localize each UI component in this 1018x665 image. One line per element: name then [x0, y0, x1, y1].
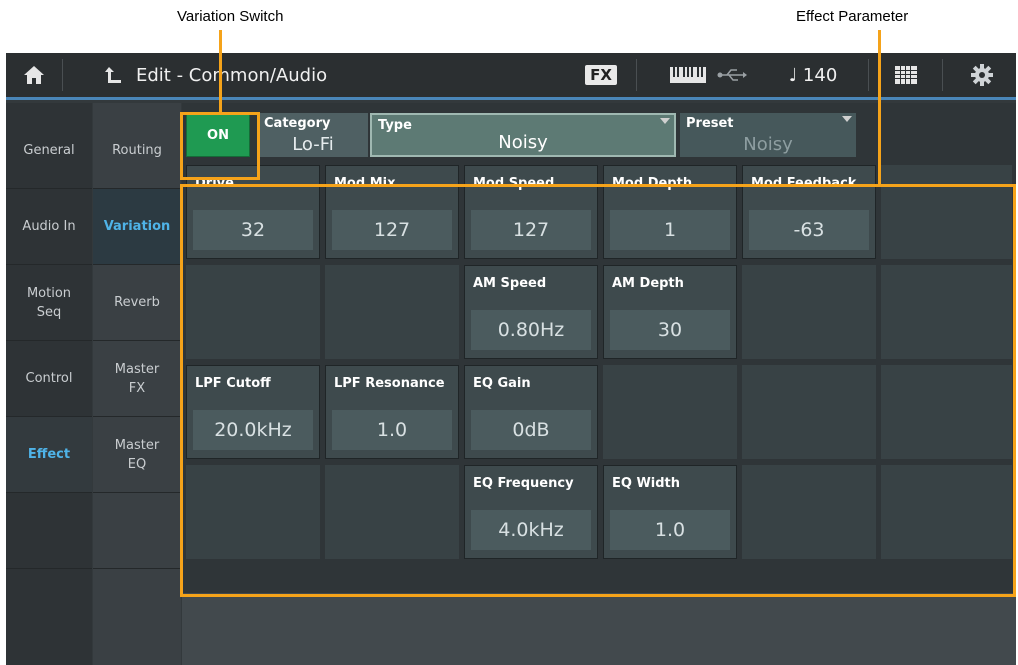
nav-master-eq[interactable]: Master EQ: [93, 417, 181, 493]
type-value: Noisy: [498, 132, 548, 153]
nav-motion-seq-label: Motion Seq: [26, 285, 72, 320]
category-value: Lo-Fi: [292, 134, 334, 155]
preset-dropdown-icon: [842, 116, 852, 122]
nav-reverb[interactable]: Reverb: [93, 265, 181, 341]
back-icon: [105, 67, 121, 83]
nav-motion-seq[interactable]: Motion Seq: [6, 265, 92, 341]
category-label: Category: [264, 116, 331, 131]
nav-effect[interactable]: Effect: [6, 417, 92, 493]
fx-badge[interactable]: FX: [576, 53, 626, 97]
effect-parameter-callout-line: [878, 30, 881, 186]
gear-icon: [971, 64, 993, 86]
preset-label: Preset: [686, 116, 734, 131]
nav-general[interactable]: General: [6, 113, 92, 189]
nav-routing[interactable]: Routing: [93, 113, 181, 189]
home-button[interactable]: [6, 53, 62, 97]
effect-parameter-highlight: [180, 184, 1016, 597]
page-title: Edit - Common/Audio: [136, 64, 328, 86]
keyboard-icon: [670, 67, 706, 83]
nav-empty-1: [6, 493, 92, 569]
nav-control[interactable]: Control: [6, 341, 92, 417]
grid-icon: [895, 66, 917, 84]
tempo-display[interactable]: ♩ 140: [768, 53, 858, 97]
usb-icon: [717, 69, 747, 81]
preset-selector[interactable]: Preset Noisy: [680, 113, 856, 157]
type-selector[interactable]: Type Noisy: [370, 113, 676, 157]
nav-empty-2: [93, 493, 181, 569]
nav-column-main: General Audio In Motion Seq Control Effe…: [6, 103, 92, 665]
type-dropdown-icon: [660, 118, 670, 124]
home-icon: [24, 66, 44, 84]
nav-audio-in[interactable]: Audio In: [6, 189, 92, 265]
nav-reverb-label: Reverb: [114, 295, 160, 310]
variation-switch-callout-line: [219, 30, 222, 114]
back-button[interactable]: [96, 53, 130, 97]
nav-routing-label: Routing: [112, 143, 162, 158]
keyboard-indicator[interactable]: [666, 53, 710, 97]
effect-parameter-callout: Effect Parameter: [796, 8, 909, 25]
grid-button[interactable]: [886, 53, 926, 97]
top-bar: Edit - Common/Audio FX ♩ 140: [6, 53, 1016, 100]
nav-column-sub: Routing Variation Reverb Master FX Maste…: [93, 103, 181, 665]
fx-label: FX: [585, 65, 617, 85]
nav-variation[interactable]: Variation: [93, 189, 181, 265]
nav-audio-in-label: Audio In: [22, 219, 76, 234]
type-label: Type: [378, 118, 412, 133]
variation-switch-highlight: [180, 112, 260, 180]
nav-variation-label: Variation: [103, 219, 171, 234]
nav-master-fx-label: Master FX: [114, 361, 160, 396]
nav-effect-label: Effect: [27, 447, 71, 462]
variation-switch-callout: Variation Switch: [177, 8, 284, 25]
nav-master-eq-label: Master EQ: [114, 437, 160, 472]
nav-general-label: General: [23, 143, 75, 158]
bottom-bar: [182, 593, 1016, 665]
nav-master-fx[interactable]: Master FX: [93, 341, 181, 417]
preset-value: Noisy: [743, 134, 793, 155]
nav-control-label: Control: [25, 371, 73, 386]
usb-indicator: [712, 53, 752, 97]
settings-button[interactable]: [962, 53, 1002, 97]
category-selector[interactable]: Category Lo-Fi: [258, 113, 368, 157]
